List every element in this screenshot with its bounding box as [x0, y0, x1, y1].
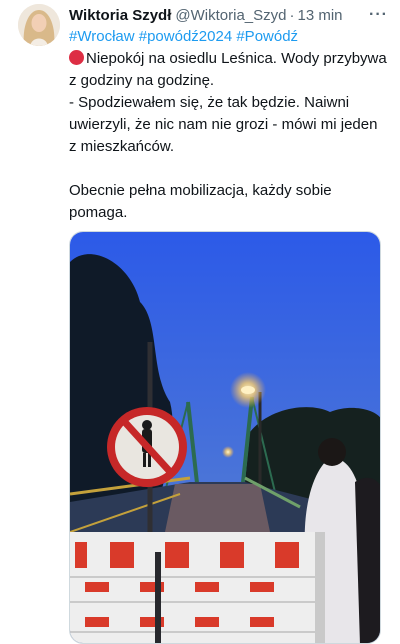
tweet-text: #Wrocław #powódź2024 #Powódź Niepokój na… [69, 26, 389, 224]
tweet-header: Wiktoria Szydł @Wiktoria_Szyd · 13 min ·… [69, 4, 388, 26]
hashtag-line: #Wrocław #powódź2024 #Powódź [69, 26, 389, 48]
tweet-paragraph-2: - Spodziewałem się, że tak będzie. Naiwn… [69, 94, 378, 155]
red-circle-icon [69, 50, 84, 65]
avatar[interactable] [18, 4, 60, 46]
author-handle[interactable]: @Wiktoria_Szyd [175, 7, 286, 24]
paragraph-1-text: Niepokój na osiedlu Leśnica. Wody przyby… [69, 50, 387, 89]
separator-dot: · [289, 6, 295, 24]
tweet-paragraph-3: Obecnie pełna mobilizacja, każdy sobie p… [69, 182, 332, 221]
tweet-paragraph-1: Niepokój na osiedlu Leśnica. Wody przyby… [69, 48, 389, 92]
timestamp[interactable]: 13 min [297, 7, 342, 24]
tweet[interactable]: Wiktoria Szydł @Wiktoria_Szyd · 13 min ·… [0, 0, 400, 644]
bridge-photo-illustration [70, 232, 380, 643]
hashtag-powodz[interactable]: #Powódź [236, 28, 298, 45]
author-name[interactable]: Wiktoria Szydł [69, 7, 171, 24]
more-horizontal-icon[interactable]: ··· [369, 6, 388, 24]
hashtag-wroclaw[interactable]: #Wrocław [69, 28, 135, 45]
tweet-photo[interactable] [69, 231, 381, 644]
hashtag-powodz2024[interactable]: #powódź2024 [139, 28, 232, 45]
